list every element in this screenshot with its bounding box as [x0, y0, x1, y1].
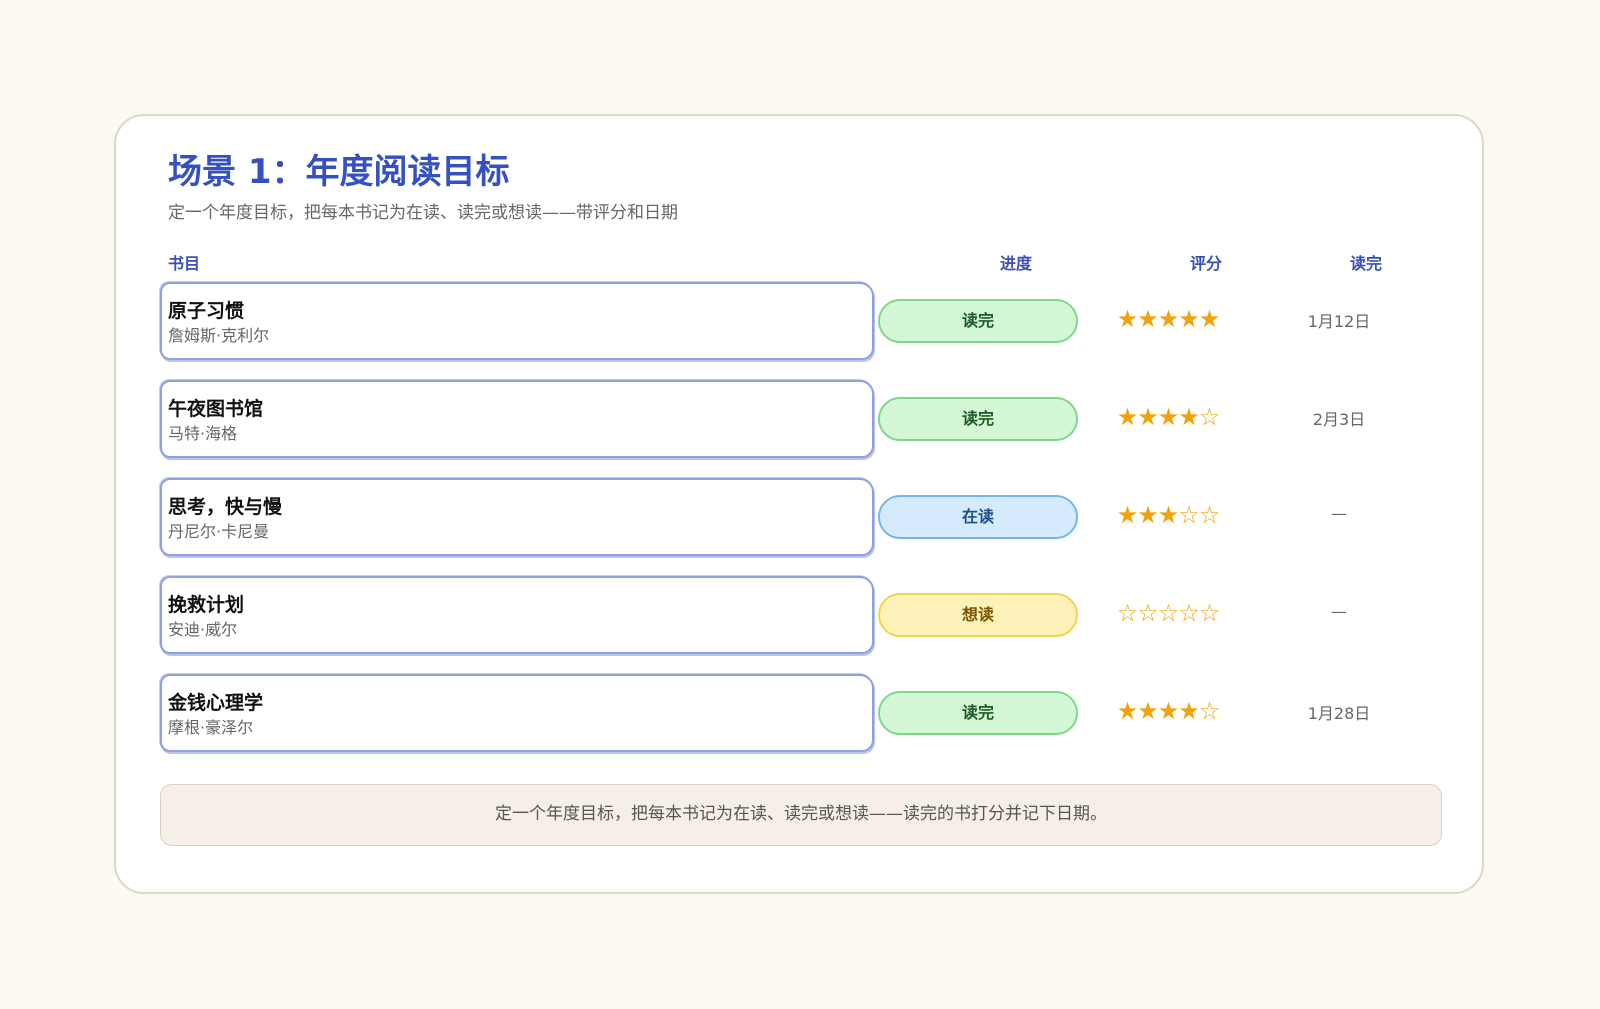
book-cell[interactable]: 思考，快与慢 丹尼尔·卡尼曼 — [160, 478, 874, 556]
book-title: 挽救计划 — [168, 594, 245, 616]
book-title: 金钱心理学 — [168, 692, 264, 714]
book-row[interactable]: 原子习惯 詹姆斯·克利尔 读完 ★★★★★ 1月12日 — [160, 282, 1480, 364]
book-cell[interactable]: 原子习惯 詹姆斯·克利尔 — [160, 282, 874, 360]
status-badge[interactable]: 读完 — [878, 299, 1078, 343]
book-author: 摩根·豪泽尔 — [168, 718, 254, 737]
book-list: 原子习惯 詹姆斯·克利尔 读完 ★★★★★ 1月12日 午夜图书馆 马特·海格 … — [116, 116, 1482, 892]
status-badge[interactable]: 读完 — [878, 397, 1078, 441]
book-row[interactable]: 金钱心理学 摩根·豪泽尔 读完 ★★★★☆ 1月28日 — [160, 674, 1480, 756]
book-cell[interactable]: 午夜图书馆 马特·海格 — [160, 380, 874, 458]
finished-date: — — [1331, 602, 1347, 621]
finished-date: 1月12日 — [1307, 312, 1371, 331]
status-badge[interactable]: 在读 — [878, 495, 1078, 539]
finished-date: — — [1331, 504, 1347, 523]
footer-note: 定一个年度目标，把每本书记为在读、读完或想读——读完的书打分并记下日期。 — [160, 784, 1442, 846]
status-badge[interactable]: 想读 — [878, 593, 1078, 637]
book-author: 丹尼尔·卡尼曼 — [168, 522, 270, 541]
star-rating[interactable]: ☆☆☆☆☆ — [1070, 596, 1266, 630]
status-badge[interactable]: 读完 — [878, 691, 1078, 735]
book-author: 詹姆斯·克利尔 — [168, 326, 270, 345]
book-row[interactable]: 午夜图书馆 马特·海格 读完 ★★★★☆ 2月3日 — [160, 380, 1480, 462]
book-row[interactable]: 思考，快与慢 丹尼尔·卡尼曼 在读 ★★★☆☆ — — [160, 478, 1480, 560]
book-author: 安迪·威尔 — [168, 620, 238, 639]
book-row[interactable]: 挽救计划 安迪·威尔 想读 ☆☆☆☆☆ — — [160, 576, 1480, 658]
star-rating[interactable]: ★★★★☆ — [1070, 400, 1266, 434]
star-rating[interactable]: ★★★☆☆ — [1070, 498, 1266, 532]
finished-date: 2月3日 — [1312, 410, 1366, 429]
star-rating[interactable]: ★★★★★ — [1070, 302, 1266, 336]
book-author: 马特·海格 — [168, 424, 238, 443]
book-title: 午夜图书馆 — [168, 398, 264, 420]
reading-goal-card: 场景 1：年度阅读目标 定一个年度目标，把每本书记为在读、读完或想读——带评分和… — [114, 114, 1484, 894]
finished-date: 1月28日 — [1307, 704, 1371, 723]
book-cell[interactable]: 金钱心理学 摩根·豪泽尔 — [160, 674, 874, 752]
book-title: 思考，快与慢 — [168, 496, 283, 518]
star-rating[interactable]: ★★★★☆ — [1070, 694, 1266, 728]
book-cell[interactable]: 挽救计划 安迪·威尔 — [160, 576, 874, 654]
book-title: 原子习惯 — [168, 300, 245, 322]
